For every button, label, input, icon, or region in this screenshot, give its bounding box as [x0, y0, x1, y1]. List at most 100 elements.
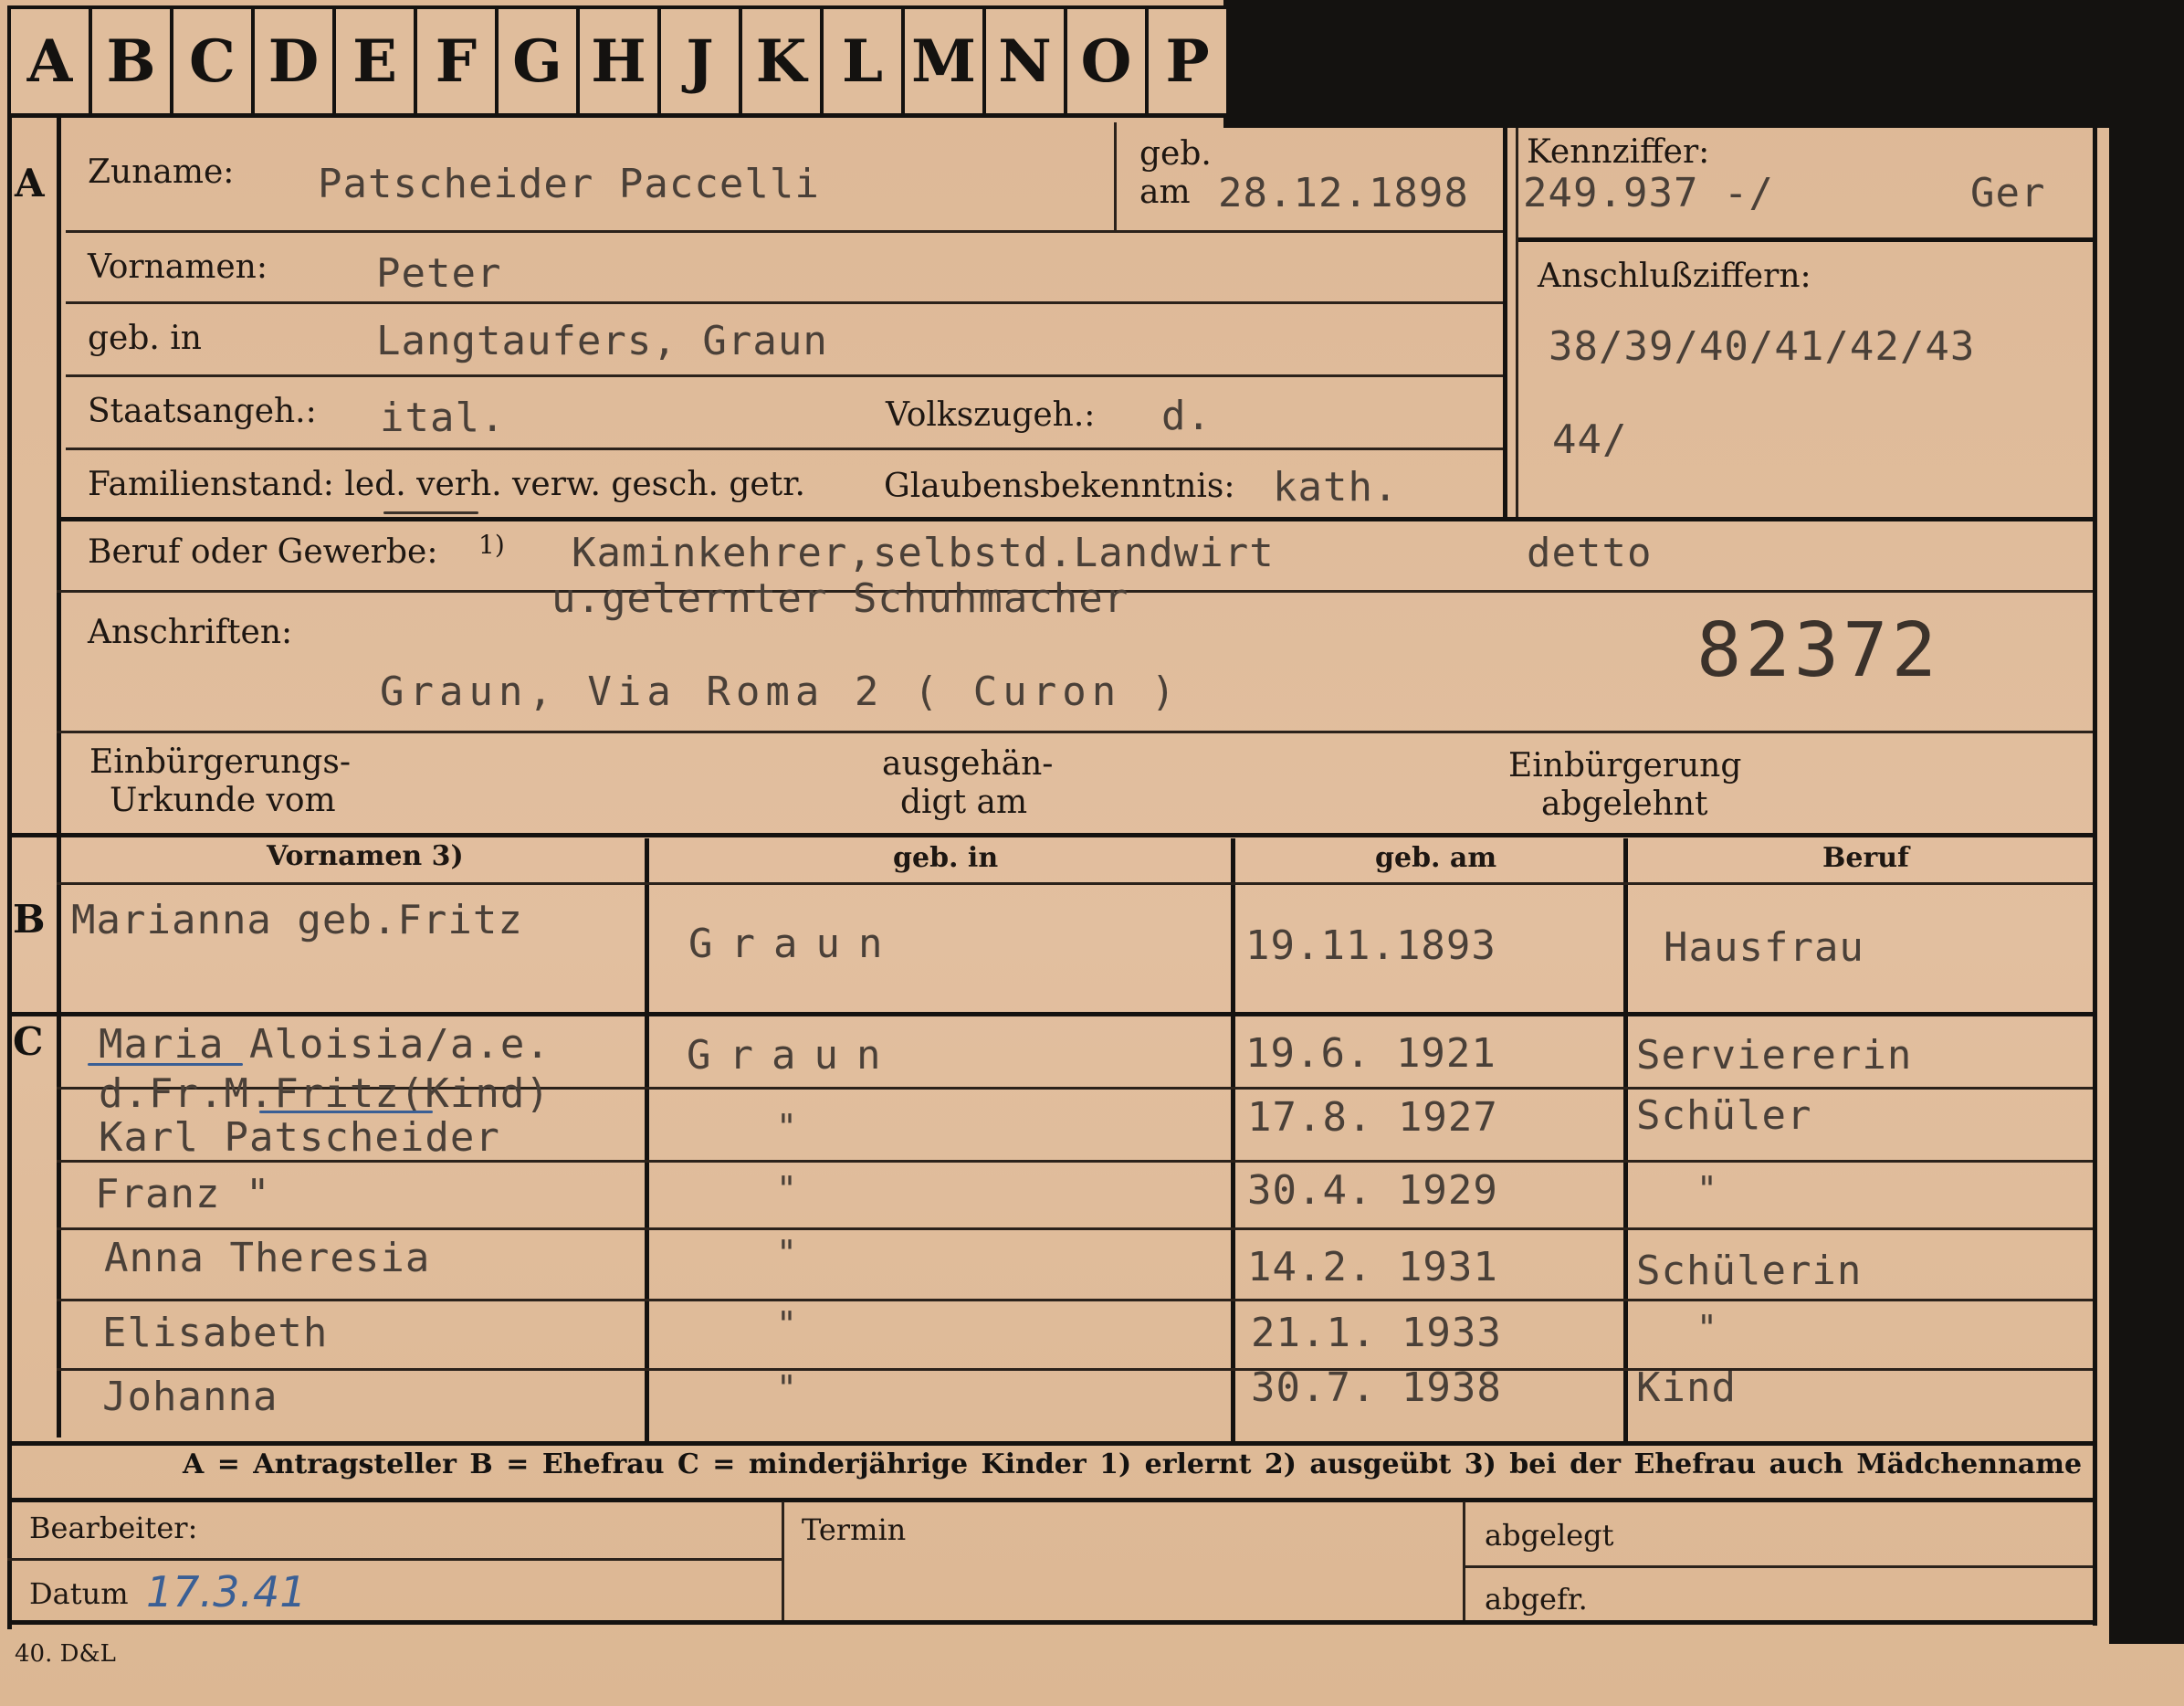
born-label-2: am — [1139, 174, 1191, 211]
child-1-birthplace: Graun — [687, 1032, 899, 1079]
child-2-birthdate: 17.8. 1927 — [1247, 1094, 1498, 1141]
address-value: Graun, Via Roma 2 ( Curon ) — [380, 669, 1181, 715]
index-tab-k: K — [742, 9, 824, 113]
handed-label-2: digt am — [900, 784, 1028, 821]
ref-box-left — [1516, 128, 1518, 517]
birthplace-label: geb. in — [88, 320, 202, 357]
footer-divider-1 — [782, 1501, 784, 1622]
surname-label: Zuname: — [88, 153, 235, 191]
footer-mid-left — [7, 1558, 782, 1561]
deadline-label: Termin — [802, 1512, 907, 1547]
table-row-line-3 — [57, 1227, 2093, 1230]
line-legend-bottom — [7, 1498, 2093, 1502]
index-tabs: ABCDEFGHJKLMNOP — [7, 5, 1230, 117]
index-tab-b: B — [92, 9, 173, 113]
index-tab-g: G — [499, 9, 580, 113]
child-3-birthplace: " — [776, 1169, 797, 1209]
firstnames-label: Vornamen: — [88, 248, 268, 286]
index-tab-n: N — [986, 9, 1067, 113]
religion-value: kath. — [1273, 464, 1399, 511]
citizenship-label: Staatsangeh.: — [88, 393, 317, 430]
frame-right — [2093, 128, 2097, 1626]
surname-value: Patscheider Paccelli — [318, 161, 820, 207]
spouse-occupation: Hausfrau — [1664, 924, 1864, 971]
index-tab-f: F — [417, 9, 499, 113]
table-header-names: Vornamen 3) — [267, 840, 464, 872]
frame-section-divider — [57, 113, 61, 1437]
index-tab-c: C — [173, 9, 255, 113]
index-tab-e: E — [336, 9, 417, 113]
dispatched-label: abgefr. — [1485, 1582, 1588, 1616]
line-row-5 — [57, 517, 2093, 521]
index-tab-h: H — [580, 9, 661, 113]
section-marker-c: C — [13, 1019, 44, 1064]
firstnames-value: Peter — [376, 250, 502, 297]
divider-ref-block — [1503, 122, 1507, 521]
frame-top — [7, 113, 1505, 118]
legend-text: A = Antragsteller B = Ehefrau C = minder… — [183, 1448, 2083, 1480]
index-tab-p: P — [1165, 26, 1210, 96]
index-tab-j: J — [661, 9, 742, 113]
religion-label: Glaubensbekenntnis: — [884, 468, 1235, 505]
section-marker-b: B — [13, 897, 46, 942]
child-6-birthdate: 30.7. 1938 — [1251, 1364, 1502, 1411]
occupation-footnote: 1) — [478, 530, 505, 560]
occupation-label: Beruf oder Gewerbe: — [88, 533, 438, 571]
marital-underline — [383, 511, 478, 514]
line-row-2 — [66, 301, 1503, 304]
table-col-divider-2 — [1231, 838, 1235, 1445]
line-row-3 — [66, 374, 1503, 377]
born-date-value: 28.12.1898 — [1218, 170, 1469, 216]
index-tab-l: L — [824, 9, 905, 113]
index-tab-d: D — [255, 9, 336, 113]
born-label-1: geb. — [1139, 135, 1212, 173]
registration-card: ABCDEFGHJKLMNOP A B C Zuname: Patscheide… — [0, 0, 2184, 1706]
child-3-occupation: " — [1696, 1169, 1717, 1209]
scan-background-top — [1223, 0, 2184, 128]
child-5-birthplace: " — [776, 1304, 797, 1344]
citizenship-value: ital. — [380, 395, 506, 441]
address-label: Anschriften: — [88, 614, 293, 651]
ethnicity-value: d. — [1161, 393, 1212, 439]
child-1-ink-underline — [88, 1063, 243, 1066]
occupation-value-1: Kaminkehrer,selbstd.Landwirt — [572, 530, 1275, 576]
stamp-number: 82372 — [1696, 607, 1940, 694]
index-tab-a: A — [11, 9, 92, 113]
table-col-divider-1 — [645, 838, 649, 1445]
spouse-name: Marianna geb.Fritz — [71, 897, 523, 943]
line-address — [57, 731, 2093, 733]
ethnicity-label: Volkszugeh.: — [886, 396, 1096, 434]
line-row-4 — [66, 448, 1503, 450]
child-4-birthplace: " — [776, 1233, 797, 1273]
child-4-birthdate: 14.2. 1931 — [1247, 1244, 1498, 1290]
line-ref-split — [1516, 237, 2093, 242]
frame-left — [7, 113, 12, 1629]
child-5-name: Elisabeth — [102, 1310, 329, 1356]
index-tab-m: M — [905, 9, 986, 113]
child-3-birthdate: 30.4. 1929 — [1247, 1167, 1498, 1214]
table-header-place: geb. in — [893, 842, 999, 874]
child-6-name: Johanna — [102, 1374, 278, 1420]
handed-label-1: ausgehän- — [882, 745, 1054, 783]
child-2-name: Karl Patscheider — [99, 1114, 500, 1161]
divider-born — [1114, 122, 1117, 230]
filed-label: abgelegt — [1485, 1518, 1614, 1553]
ref-number: 249.937 -/ — [1523, 170, 1774, 216]
footer-bottom — [7, 1620, 2093, 1625]
ref-suffix: Ger — [1970, 170, 2046, 216]
table-col-divider-3 — [1623, 838, 1628, 1445]
table-row-line-4 — [57, 1299, 2093, 1301]
child-6-occupation: Kind — [1636, 1364, 1737, 1411]
line-row-1 — [66, 230, 1503, 233]
naturalisation-label-1: Einbürgerungs- — [89, 743, 352, 781]
occupation-value-2: u.gelernter Schuhmacher — [551, 575, 1129, 622]
child-3-name: Franz " — [95, 1171, 271, 1217]
child-2-occupation: Schüler — [1636, 1092, 1812, 1139]
table-row-line-5 — [57, 1368, 2093, 1371]
table-section-c-line — [7, 1012, 2093, 1016]
ref-label: Kennziffer: — [1527, 133, 1710, 171]
linked-numbers-2: 44/ — [1552, 416, 1628, 463]
child-2-birthplace: " — [776, 1107, 797, 1147]
refused-label-2: abgelehnt — [1541, 785, 1708, 823]
table-header-date: geb. am — [1375, 842, 1497, 874]
